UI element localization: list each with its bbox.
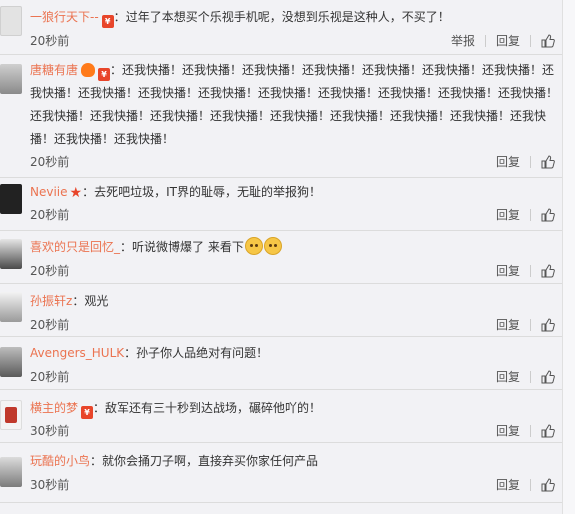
member-badge-icon: ¥	[98, 68, 111, 81]
comment-time: 30秒前	[30, 478, 70, 492]
comment-actions: 回复	[496, 476, 555, 493]
comment-time: 20秒前	[30, 370, 70, 384]
comment-time: 20秒前	[30, 264, 70, 278]
username-link[interactable]: Neviie	[30, 185, 68, 199]
avatar[interactable]	[0, 457, 22, 487]
comment-item: 孙振轩z：观光 20秒前 回复	[0, 284, 563, 337]
divider	[530, 318, 531, 331]
avatar[interactable]	[0, 184, 22, 214]
username-link[interactable]: 横主的梦	[30, 401, 78, 415]
thumbs-up-icon[interactable]	[541, 477, 555, 492]
divider	[530, 34, 531, 47]
reply-link[interactable]: 回复	[496, 206, 520, 223]
avatar[interactable]	[0, 6, 22, 36]
thumbs-up-icon[interactable]	[541, 263, 555, 278]
thumbs-up-icon[interactable]	[541, 154, 555, 169]
reply-link[interactable]: 回复	[496, 32, 520, 49]
comment-content: 听说微博爆了 来看下	[132, 240, 244, 254]
comment-item: 唐糖有唐 ¥ ：还我快播！还我快播！还我快播！还我快播！还我快播！还我快播！还我快播…	[0, 55, 563, 178]
comment-separator: ：	[82, 185, 95, 199]
comment-content: 去死吧垃圾，IT界的耻辱，无耻的举报狗！	[94, 185, 321, 199]
comment-actions: 回复	[496, 262, 555, 279]
divider	[530, 370, 531, 383]
comment-separator: ：	[90, 454, 103, 468]
member-badge-icon: ¥	[101, 15, 114, 28]
comment-content: 孙子你人品绝对有问题！	[136, 346, 269, 360]
comment-actions: 回复	[496, 368, 555, 385]
avatar[interactable]	[0, 292, 22, 322]
comment-item: 一狼行天下-- ¥ ：过年了本想买个乐视手机呢，没想到乐视是这种人，不买了！ 20秒…	[0, 0, 563, 55]
comment-separator: ：	[124, 346, 137, 360]
divider	[484, 34, 486, 47]
comment-separator: ：	[113, 10, 126, 24]
username-link[interactable]: 玩酷的小鸟	[30, 454, 90, 468]
reply-link[interactable]: 回复	[496, 262, 520, 279]
reply-link[interactable]: 回复	[496, 316, 520, 333]
star-icon: ★	[69, 185, 83, 201]
reply-link[interactable]: 回复	[496, 422, 520, 439]
comment-actions: 举报 回复	[451, 32, 555, 49]
username-link[interactable]: Avengers_HULK	[30, 346, 124, 360]
avatar[interactable]	[0, 347, 22, 377]
comment-time: 20秒前	[30, 34, 70, 48]
reply-link[interactable]: 回复	[496, 368, 520, 385]
comment-item: 喜欢的只是回忆_：听说微博爆了 来看下 20秒前 回复	[0, 231, 563, 284]
comment-item: 横主的梦 ¥ ：敌军还有三十秒到达战场，碾碎他吖的！ 30秒前 回复	[0, 390, 563, 443]
reply-link[interactable]: 回复	[496, 476, 520, 493]
comment-actions: 回复	[496, 316, 555, 333]
divider	[530, 424, 531, 437]
comment-separator: ：	[93, 401, 106, 415]
comment-item: Avengers_HULK：孙子你人品绝对有问题！ 20秒前 回复	[0, 337, 563, 390]
comment-content: 敌军还有三十秒到达战场，碾碎他吖的！	[105, 401, 322, 415]
comment-separator: ：	[110, 63, 123, 77]
comment-time: 20秒前	[30, 208, 70, 222]
thumbs-up-icon[interactable]	[541, 317, 555, 332]
username-link[interactable]: 孙振轩z	[30, 294, 72, 308]
thumbs-up-icon[interactable]	[541, 207, 555, 222]
comment-time: 20秒前	[30, 155, 70, 169]
divider	[530, 264, 531, 277]
comment-content: 观光	[84, 294, 109, 308]
divider	[530, 155, 531, 168]
avatar-mark-icon	[5, 407, 17, 423]
comment-item: 玩酷的小鸟：就你会捅刀子啊，直接弃买你家任何产品 30秒前 回复	[0, 443, 563, 503]
report-link[interactable]: 举报	[451, 32, 475, 49]
avatar[interactable]	[0, 400, 22, 430]
avatar[interactable]	[0, 64, 22, 94]
username-link[interactable]: 唐糖有唐	[30, 63, 78, 77]
divider	[530, 478, 531, 491]
comment-separator: ：	[72, 294, 85, 308]
comment-time: 30秒前	[30, 424, 70, 438]
member-badge-icon: ¥	[81, 406, 94, 419]
comment-separator: ：	[120, 240, 133, 254]
thumbs-up-icon[interactable]	[541, 33, 555, 48]
reply-link[interactable]: 回复	[496, 153, 520, 170]
comment-item: Neviie ★：去死吧垃圾，IT界的耻辱，无耻的举报狗！ 20秒前 回复	[0, 178, 563, 231]
username-link[interactable]: 一狼行天下--	[30, 10, 99, 24]
emoji-icon	[81, 63, 96, 77]
thumbs-up-icon[interactable]	[541, 369, 555, 384]
comment-actions: 回复	[496, 422, 555, 439]
comment-content: 就你会捅刀子啊，直接弃买你家任何产品	[102, 454, 319, 468]
divider	[530, 208, 531, 221]
comment-actions: 回复	[496, 206, 555, 223]
avatar[interactable]	[0, 239, 22, 269]
comment-content: 过年了本想买个乐视手机呢，没想到乐视是这种人，不买了！	[125, 10, 450, 24]
comment-actions: 回复	[496, 153, 555, 170]
comment-time: 20秒前	[30, 318, 70, 332]
smiley-icon	[244, 237, 263, 255]
thumbs-up-icon[interactable]	[541, 423, 555, 438]
username-link[interactable]: 喜欢的只是回忆_	[30, 240, 120, 254]
smiley-icon	[263, 237, 282, 255]
scroll-edge	[562, 0, 575, 514]
